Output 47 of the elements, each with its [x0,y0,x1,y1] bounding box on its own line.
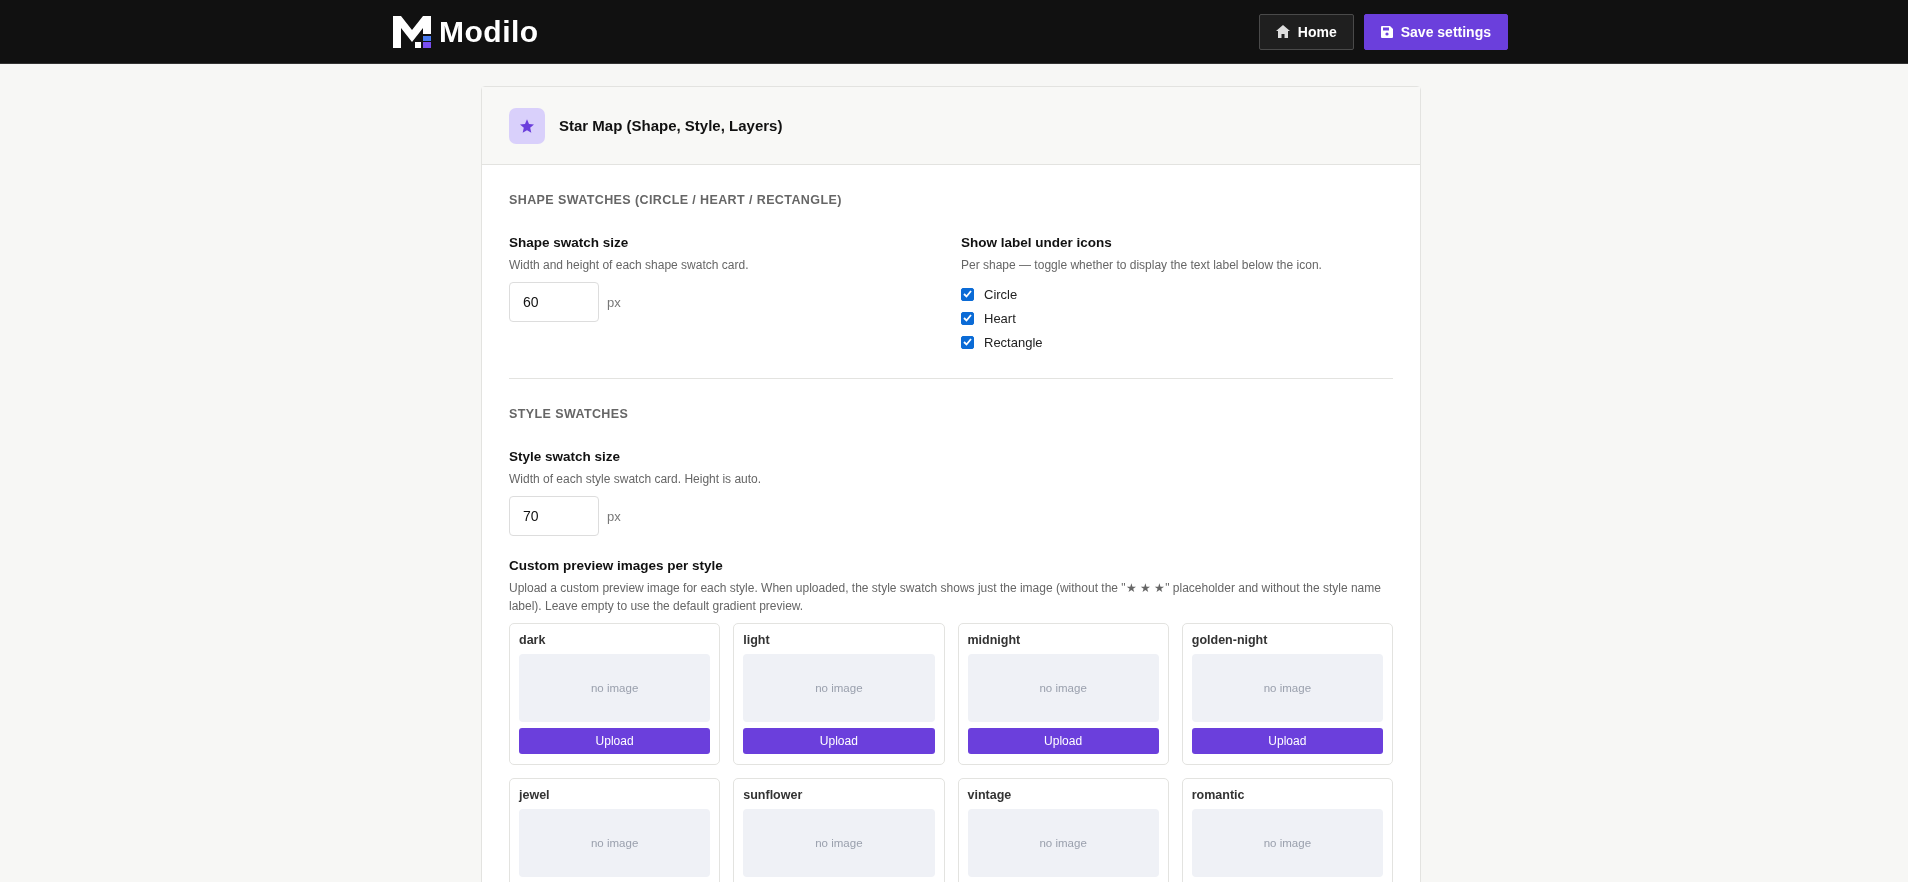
image-preview: no image [1191,809,1383,877]
help-text: Width of each style swatch card. Height is auto. [509,471,763,488]
unit-label: px [607,294,621,310]
size-input[interactable]: 60 [509,282,599,322]
checkbox-label: Heart [984,310,1016,326]
image-preview: no image [743,654,935,722]
upload-button[interactable]: Upload [743,728,935,754]
home-button[interactable]: Home [1258,13,1354,50]
save-button[interactable]: Save settings [1363,13,1508,50]
upload-button[interactable]: Upload [519,728,711,754]
home-icon [1275,25,1290,38]
save-icon [1380,25,1393,38]
image-preview: no image [1191,654,1383,722]
style-name: midnight [967,633,1022,647]
style-name: dark [519,633,547,647]
image-preview: no image [967,654,1159,722]
field-label: Custom preview images per style [509,558,724,573]
section-title: STYLE SWATCHES [509,407,630,421]
checkbox-label: Circle [984,286,1018,302]
help-text: Upload a custom preview image for each style. When uploaded, the style swatch shows just the image (without the "★ ★ ★" placeholder and without the style name label). Leave empty to use the default gradient preview. [509,580,1382,615]
section-title: SHAPE SWATCHES (CIRCLE / HEART / RECTANGLE) [509,193,843,207]
image-preview: no image [519,809,711,877]
style-name: vintage [967,788,1013,802]
image-preview: no image [519,654,711,722]
style-name: sunflower [743,788,804,802]
brand-name: Modilo [439,14,539,49]
upload-button[interactable]: Upload [1191,728,1383,754]
checkbox[interactable] [961,287,974,301]
image-preview: no image [743,809,935,877]
checkbox[interactable] [961,335,974,349]
field-label: Style swatch size [509,449,622,464]
style-name: light [743,633,771,647]
style-name: romantic [1191,788,1246,802]
logo-icon [393,15,431,48]
checkbox[interactable] [961,311,974,325]
help-text: Per shape — toggle whether to display the text label below the icon. [961,257,1323,274]
field-label: Show label under icons [961,235,1113,250]
help-text: Width and height of each shape swatch card. [509,257,750,274]
style-name: jewel [519,788,551,802]
upload-button[interactable]: Upload [967,728,1159,754]
unit-label: px [607,508,621,524]
card-title: Star Map (Shape, Style, Layers) [559,117,783,134]
image-preview: no image [967,809,1159,877]
field-label: Shape swatch size [509,235,630,250]
style-name: golden-night [1191,633,1269,647]
size-input[interactable]: 70 [509,496,599,536]
checkbox-label: Rectangle [984,334,1043,350]
